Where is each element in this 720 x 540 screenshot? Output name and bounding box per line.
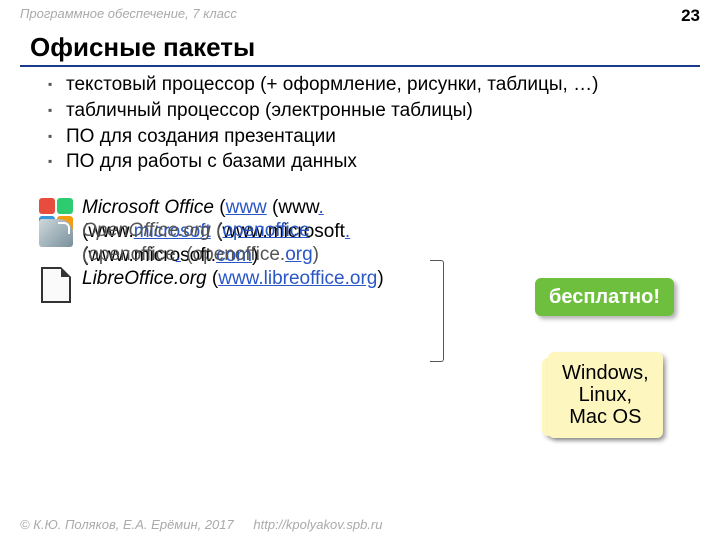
libreoffice-icon bbox=[41, 267, 71, 303]
course-label: Программное обеспечение, 7 класс bbox=[20, 6, 237, 21]
oo-link-org[interactable]: org bbox=[285, 244, 312, 265]
libre-text: ( bbox=[207, 268, 219, 289]
callout-free: бесплатно! bbox=[535, 278, 674, 316]
slide-header: Программное обеспечение, 7 класс 23 bbox=[0, 0, 720, 26]
ms-link-dot[interactable]: . bbox=[345, 221, 350, 242]
copyright: © К.Ю. Поляков, Е.А. Ерёмин, 2017 bbox=[20, 517, 234, 532]
libre-name: LibreOffice.org bbox=[82, 268, 207, 289]
bullet-list: текстовый процессор (+ оформление, рисун… bbox=[36, 73, 700, 174]
list-item: табличный процессор (электронные таблицы… bbox=[52, 99, 700, 123]
ms-text: (www bbox=[267, 197, 319, 218]
list-item: ПО для создания презентации bbox=[52, 125, 700, 149]
slide-footer: © К.Ю. Поляков, Е.А. Ерёмин, 2017 http:/… bbox=[20, 517, 382, 532]
ms-link-dot[interactable]: . bbox=[319, 197, 324, 218]
slide-title: Офисные пакеты bbox=[0, 26, 720, 65]
os-line: Linux, bbox=[579, 384, 632, 406]
oo-text: (openoffice. bbox=[181, 244, 285, 265]
grouping-bracket bbox=[430, 260, 444, 362]
os-line: Windows, bbox=[562, 362, 649, 384]
list-item: текстовый процессор (+ оформление, рисун… bbox=[52, 73, 700, 97]
oo-link-openoffice[interactable]: openoffice bbox=[222, 220, 309, 241]
oo-name: OpenOffice.org bbox=[82, 220, 211, 241]
openoffice-icon bbox=[39, 219, 73, 247]
product-openoffice: OpenOffice.org (openoffice (openoffice. … bbox=[36, 219, 700, 267]
libre-link[interactable]: www.libreoffice.org bbox=[218, 268, 377, 289]
ms-name: Microsoft Office bbox=[82, 197, 214, 218]
ms-link-www[interactable]: www bbox=[226, 197, 267, 218]
oo-text: (openoffice bbox=[82, 244, 176, 265]
footer-url: http://kpolyakov.spb.ru bbox=[253, 517, 382, 532]
os-line: Mac OS bbox=[569, 406, 641, 428]
libre-text: ) bbox=[377, 268, 383, 289]
page-number: 23 bbox=[681, 6, 700, 26]
list-item: ПО для работы с базами данных bbox=[52, 150, 700, 174]
callout-os: Windows, Linux, Mac OS bbox=[548, 352, 663, 438]
oo-text: ) bbox=[313, 244, 319, 265]
